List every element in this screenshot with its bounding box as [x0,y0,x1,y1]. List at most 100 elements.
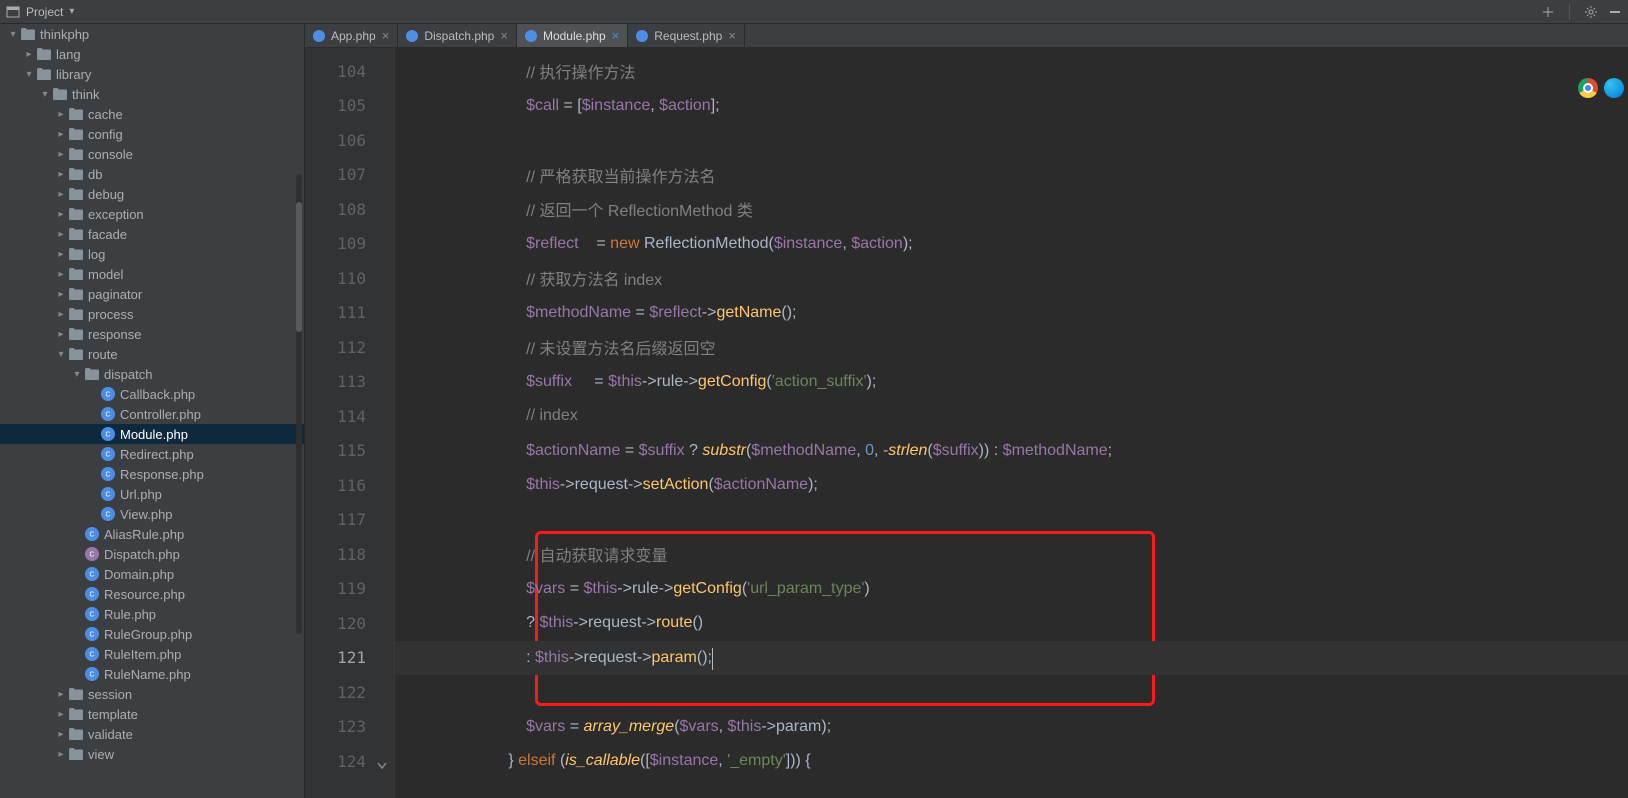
tree-arrow-icon[interactable] [54,269,68,280]
tree-folder[interactable]: config [0,124,304,144]
tree-file[interactable]: CRuleName.php [0,664,304,684]
tree-arrow-icon[interactable] [54,329,68,340]
tab-module[interactable]: Module.php× [517,24,628,47]
code-line[interactable]: $methodName = $reflect->getName(); [395,296,1628,331]
tree-folder[interactable]: dispatch [0,364,304,384]
tree-arrow-icon[interactable] [54,729,68,740]
tree-folder[interactable]: lang [0,44,304,64]
code-line[interactable]: // index [395,399,1628,434]
tree-arrow-icon[interactable] [54,749,68,760]
tree-arrow-icon[interactable] [54,709,68,720]
collapse-icon[interactable] [1541,5,1555,19]
code-line[interactable]: // 获取方法名 index [395,261,1628,296]
close-icon[interactable]: × [612,28,620,43]
tree-file[interactable]: CRuleItem.php [0,644,304,664]
gear-icon[interactable] [1584,5,1598,19]
code-line[interactable]: $suffix = $this->rule->getConfig('action… [395,365,1628,400]
tree-file[interactable]: CUrl.php [0,484,304,504]
tree-file[interactable]: CRedirect.php [0,444,304,464]
tree-folder[interactable]: log [0,244,304,264]
code-line[interactable]: : $this->request->param(); [395,641,1628,676]
sidebar-scrollbar-thumb[interactable] [296,202,302,332]
tree-file[interactable]: CController.php [0,404,304,424]
code-line[interactable]: $vars = $this->rule->getConfig('url_para… [395,572,1628,607]
tab-request[interactable]: Request.php× [628,24,745,47]
tree-file[interactable]: CCallback.php [0,384,304,404]
tree-arrow-icon[interactable] [54,289,68,300]
tree-arrow-icon[interactable] [6,29,20,40]
code-line[interactable]: $this->request->setAction($actionName); [395,468,1628,503]
tree-folder[interactable]: model [0,264,304,284]
code-line[interactable]: $actionName = $suffix ? substr($methodNa… [395,434,1628,469]
tree-file[interactable]: CAliasRule.php [0,524,304,544]
tree-arrow-icon[interactable] [70,369,84,380]
code-line[interactable]: // 返回一个 ReflectionMethod 类 [395,192,1628,227]
tree-folder[interactable]: template [0,704,304,724]
project-tree[interactable]: thinkphplanglibrarythinkcacheconfig conso… [0,24,304,798]
tree-arrow-icon[interactable] [54,169,68,180]
tree-arrow-icon[interactable] [54,689,68,700]
tree-folder[interactable]: view [0,744,304,764]
code-line[interactable]: $vars = array_merge($vars, $this->param)… [395,710,1628,745]
tree-item-label: console [88,147,133,162]
code-line[interactable]: $call = [$instance, $action]; [395,89,1628,124]
tree-arrow-icon[interactable] [38,89,52,100]
code-line[interactable] [395,675,1628,710]
tree-arrow-icon[interactable] [54,129,68,140]
chevron-down-icon[interactable]: ▾ [69,6,74,17]
tree-folder[interactable]: session [0,684,304,704]
code-line[interactable]: $reflect = new ReflectionMethod($instanc… [395,227,1628,262]
tree-arrow-icon[interactable] [22,69,36,80]
tree-folder[interactable]: process [0,304,304,324]
code-line[interactable]: // 执行操作方法 [395,54,1628,89]
tree-arrow-icon[interactable] [54,249,68,260]
tree-file[interactable]: CModule.php [0,424,304,444]
close-icon[interactable]: × [500,28,508,43]
tree-arrow-icon[interactable] [54,209,68,220]
tree-file[interactable]: CResource.php [0,584,304,604]
code-line[interactable]: // 未设置方法名后缀返回空 [395,330,1628,365]
tree-arrow-icon[interactable] [54,109,68,120]
code-line[interactable] [395,503,1628,538]
fold-icon[interactable] [374,758,390,774]
tree-file[interactable]: CRuleGroup.php [0,624,304,644]
tree-arrow-icon[interactable] [54,149,68,160]
project-tool-icon[interactable] [6,5,20,19]
tree-folder[interactable]: exception [0,204,304,224]
code-line[interactable]: // 严格获取当前操作方法名 [395,158,1628,193]
tree-file[interactable]: CResponse.php [0,464,304,484]
code-line[interactable] [395,123,1628,158]
tree-folder[interactable]: think [0,84,304,104]
tree-arrow-icon[interactable] [54,189,68,200]
tab-dispatch[interactable]: Dispatch.php× [398,24,517,47]
tree-folder[interactable]: cache [0,104,304,124]
close-icon[interactable]: × [382,28,390,43]
tree-folder[interactable]: validate [0,724,304,744]
tree-arrow-icon[interactable] [54,229,68,240]
code-line[interactable]: ? $this->request->route() [395,606,1628,641]
tree-folder[interactable]: debug [0,184,304,204]
tree-arrow-icon[interactable] [54,309,68,320]
code-area[interactable]: // 执行操作方法 $call = [$instance, $action]; … [395,48,1628,798]
minimize-icon[interactable] [1608,5,1622,19]
tree-folder[interactable]: thinkphp [0,24,304,44]
tree-file[interactable]: CRule.php [0,604,304,624]
code-editor[interactable]: 1041051061071081091101111121131141151161… [305,48,1628,798]
tree-folder[interactable]: paginator [0,284,304,304]
tree-arrow-icon[interactable] [54,349,68,360]
code-line[interactable]: // 自动获取请求变量 [395,537,1628,572]
tree-arrow-icon[interactable] [22,49,36,60]
tree-folder[interactable]: route [0,344,304,364]
code-line[interactable]: } elseif (is_callable([$instance, '_empt… [395,744,1628,779]
tree-file[interactable]: CDomain.php [0,564,304,584]
project-label[interactable]: Project [26,5,63,19]
tree-folder[interactable]: response [0,324,304,344]
tree-folder[interactable]: db [0,164,304,184]
close-icon[interactable]: × [728,28,736,43]
tree-folder[interactable]: console [0,144,304,164]
tree-file[interactable]: CView.php [0,504,304,524]
tree-folder[interactable]: facade [0,224,304,244]
tree-file[interactable]: CDispatch.php [0,544,304,564]
tab-app[interactable]: App.php× [305,24,398,47]
tree-folder[interactable]: library [0,64,304,84]
